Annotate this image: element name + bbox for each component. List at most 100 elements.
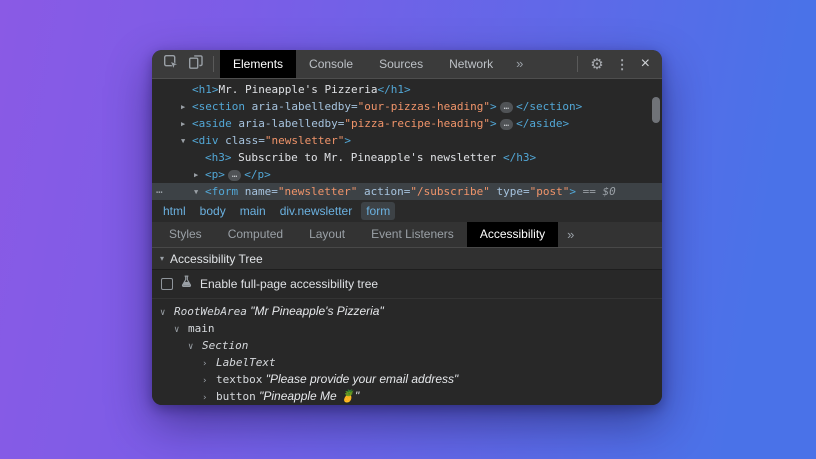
code-token-value: "/subscribe"	[410, 185, 489, 198]
dom-tree-row[interactable]: <h3> Subscribe to Mr. Pineapple's newsle…	[152, 149, 662, 166]
code-token-tag: </aside>	[516, 117, 569, 130]
expand-arrow-icon[interactable]: ▶	[181, 116, 192, 133]
code-token-attr: class	[219, 134, 259, 147]
code-token-attr: action	[357, 185, 403, 198]
ax-node-labeltext[interactable]: ›LabelText	[152, 354, 662, 371]
chevron-right-icon[interactable]: ›	[202, 373, 216, 390]
chevron-down-icon[interactable]: ∨	[160, 305, 174, 322]
ax-node-button[interactable]: ›button "Pineapple Me 🍍"	[152, 388, 662, 405]
tab-elements[interactable]: Elements	[220, 50, 296, 78]
code-token-value: "newsletter"	[265, 134, 344, 147]
dom-tree-row[interactable]: ▶<p>…</p>	[152, 166, 662, 183]
ax-role: button	[216, 390, 256, 403]
code-token-tag: </p>	[244, 168, 271, 181]
close-icon[interactable]: ×	[641, 56, 650, 72]
dom-tree-row[interactable]: ▶<aside aria-labelledby="pizza-recipe-he…	[152, 115, 662, 132]
code-token-tag: </h3>	[503, 151, 536, 164]
collapse-arrow-icon[interactable]: ▼	[181, 133, 192, 150]
code-token-tag: <h3>	[205, 151, 232, 164]
code-token-tag: >	[490, 117, 497, 130]
more-panel-tabs-chevron[interactable]: »	[558, 222, 583, 247]
collapsed-content-ellipsis[interactable]: …	[500, 119, 513, 130]
breadcrumb: htmlbodymaindiv.newsletterform	[152, 198, 662, 222]
chevron-down-icon[interactable]: ∨	[174, 322, 188, 339]
section-title: Accessibility Tree	[170, 252, 263, 266]
ax-role: main	[188, 322, 215, 335]
expand-arrow-icon[interactable]: ▶	[181, 99, 192, 116]
dom-tree-row[interactable]: <h1>Mr. Pineapple's Pizzeria</h1>	[152, 81, 662, 98]
toolbar-divider	[213, 56, 214, 72]
code-token-attr: name	[238, 185, 271, 198]
kebab-menu-icon[interactable]: ⋮	[616, 58, 629, 71]
breadcrumb-item-main[interactable]: main	[235, 202, 271, 220]
toolbar-divider	[577, 56, 578, 72]
collapsed-content-ellipsis[interactable]: …	[500, 102, 513, 113]
gutter-overflow-dots: …	[156, 181, 163, 198]
code-token-flag: == $0	[576, 185, 616, 198]
code-token-value: "post"	[530, 185, 570, 198]
ax-node-section[interactable]: ∨Section	[152, 337, 662, 354]
code-token-text: Subscribe to Mr. Pineapple's newsletter	[232, 151, 504, 164]
sidebar-panel-tabs: StylesComputedLayoutEvent ListenersAcces…	[152, 222, 662, 248]
breadcrumb-item-form[interactable]: form	[361, 202, 395, 220]
chevron-right-icon[interactable]: ›	[202, 356, 216, 373]
code-token-attr: aria-labelledby	[232, 117, 338, 130]
code-token-tag: >	[490, 100, 497, 113]
panel-tab-event-listeners[interactable]: Event Listeners	[358, 222, 467, 247]
settings-gear-icon[interactable]: ⚙	[590, 57, 603, 72]
code-token-punct: =	[271, 185, 278, 198]
code-token-attr: aria-labelledby	[245, 100, 351, 113]
panel-tab-layout[interactable]: Layout	[296, 222, 358, 247]
tab-sources[interactable]: Sources	[366, 50, 436, 78]
full-page-a11y-row: Enable full-page accessibility tree	[152, 270, 662, 299]
code-token-attr: type	[490, 185, 523, 198]
enable-full-page-checkbox[interactable]	[161, 278, 173, 290]
accessibility-tree-section-header[interactable]: ▾ Accessibility Tree	[152, 248, 662, 270]
code-token-tag: <form	[205, 185, 238, 198]
breadcrumb-item-body[interactable]: body	[195, 202, 231, 220]
chevron-right-icon[interactable]: ›	[202, 390, 216, 405]
ax-accessible-name: "Please provide your email address"	[262, 372, 458, 386]
elements-panel: <h1>Mr. Pineapple's Pizzeria</h1>▶<secti…	[152, 79, 662, 198]
ax-node-main[interactable]: ∨main	[152, 320, 662, 337]
panel-tab-computed[interactable]: Computed	[215, 222, 296, 247]
code-token-value: "our-pizzas-heading"	[358, 100, 490, 113]
section-collapse-arrow-icon: ▾	[160, 254, 164, 263]
tab-console[interactable]: Console	[296, 50, 366, 78]
code-token-tag: <h1>	[192, 83, 219, 96]
scrollbar-thumb[interactable]	[652, 97, 660, 123]
dom-tree-row[interactable]: ▼<div class="newsletter">	[152, 132, 662, 149]
tab-network[interactable]: Network	[436, 50, 506, 78]
code-token-text: Mr. Pineapple's Pizzeria	[219, 83, 378, 96]
device-toolbar-icon[interactable]	[188, 54, 204, 75]
chevron-down-icon[interactable]: ∨	[188, 339, 202, 356]
code-token-tag: >	[344, 134, 351, 147]
ax-node-rootwebarea[interactable]: ∨RootWebArea "Mr Pineapple's Pizzeria"	[152, 303, 662, 320]
ax-node-textbox[interactable]: ›textbox "Please provide your email addr…	[152, 371, 662, 388]
panel-tab-accessibility[interactable]: Accessibility	[467, 222, 558, 247]
checkbox-label: Enable full-page accessibility tree	[200, 277, 378, 291]
breadcrumb-item-div-newsletter[interactable]: div.newsletter	[275, 202, 357, 220]
dom-tree-row[interactable]: ▶<section aria-labelledby="our-pizzas-he…	[152, 98, 662, 115]
code-token-value: "pizza-recipe-heading"	[344, 117, 490, 130]
code-token-tag: <div	[192, 134, 219, 147]
code-token-tag: <aside	[192, 117, 232, 130]
code-token-tag: </section>	[516, 100, 582, 113]
code-token-punct: =	[258, 134, 265, 147]
expand-arrow-icon[interactable]: ▶	[194, 167, 205, 184]
collapse-arrow-icon[interactable]: ▼	[194, 184, 205, 201]
code-token-tag: <p>	[205, 168, 225, 181]
devtools-window: ElementsConsoleSourcesNetwork » ⚙ ⋮ × <h…	[152, 50, 662, 405]
inspect-element-icon[interactable]	[163, 54, 179, 75]
collapsed-content-ellipsis[interactable]: …	[228, 170, 241, 181]
ax-accessible-name: "Mr Pineapple's Pizzeria"	[247, 304, 384, 318]
ax-role: LabelText	[216, 356, 276, 369]
dom-tree-row[interactable]: …▼<form name="newsletter" action="/subsc…	[152, 183, 662, 200]
panel-tab-styles[interactable]: Styles	[156, 222, 215, 247]
ax-accessible-name: "Pineapple Me 🍍"	[256, 389, 360, 403]
ax-role: textbox	[216, 373, 262, 386]
ax-role: Section	[202, 339, 248, 352]
code-token-value: "newsletter"	[278, 185, 357, 198]
more-tabs-chevron[interactable]: »	[506, 50, 533, 78]
breadcrumb-item-html[interactable]: html	[158, 202, 191, 220]
